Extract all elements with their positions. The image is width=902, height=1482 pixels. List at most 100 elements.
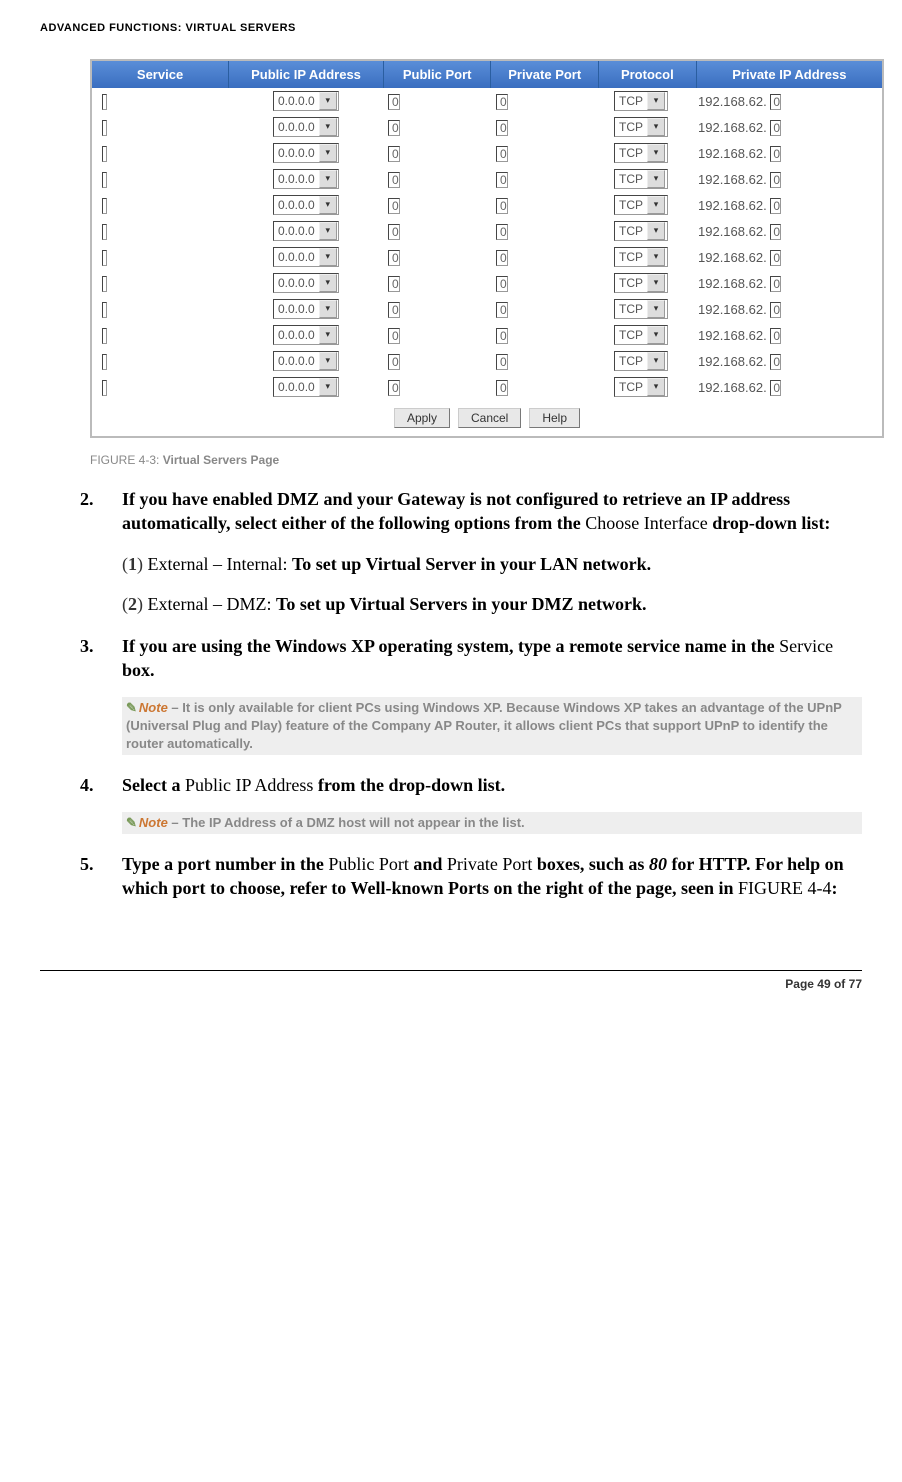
service-input[interactable] <box>102 94 107 110</box>
public-port-input[interactable]: 0 <box>388 146 400 162</box>
figure-caption: FIGURE 4-3: Virtual Servers Page <box>90 453 862 467</box>
service-input[interactable] <box>102 198 107 214</box>
private-port-input[interactable]: 0 <box>496 146 508 162</box>
public-ip-select[interactable]: 0.0.0.0▾ <box>273 195 339 215</box>
protocol-select[interactable]: TCP▾ <box>614 325 668 345</box>
apply-button[interactable]: Apply <box>394 408 450 428</box>
protocol-select[interactable]: TCP▾ <box>614 299 668 319</box>
th-protocol: Protocol <box>599 61 697 88</box>
protocol-select[interactable]: TCP▾ <box>614 221 668 241</box>
step-2-text-b: Choose Interface <box>585 513 707 533</box>
private-ip-suffix-input[interactable]: 0 <box>770 354 781 370</box>
cancel-button[interactable]: Cancel <box>458 408 521 428</box>
private-ip-suffix-input[interactable]: 0 <box>770 146 781 162</box>
public-port-input[interactable]: 0 <box>388 302 400 318</box>
public-ip-select[interactable]: 0.0.0.0▾ <box>273 117 339 137</box>
public-ip-select[interactable]: 0.0.0.0▾ <box>273 221 339 241</box>
private-ip-prefix: 192.168.62. <box>698 250 767 265</box>
public-port-input[interactable]: 0 <box>388 224 400 240</box>
public-port-input[interactable]: 0 <box>388 354 400 370</box>
note-dash: – <box>168 815 182 830</box>
public-ip-select[interactable]: 0.0.0.0▾ <box>273 247 339 267</box>
protocol-select[interactable]: TCP▾ <box>614 273 668 293</box>
th-service: Service <box>92 61 229 88</box>
step-5: 5. Type a port number in the Public Port… <box>40 852 862 901</box>
service-input[interactable] <box>102 354 107 370</box>
protocol-select[interactable]: TCP▾ <box>614 143 668 163</box>
table-row: 0.0.0.0▾00TCP▾192.168.62. 0 <box>92 296 882 322</box>
private-ip-suffix-input[interactable]: 0 <box>770 276 781 292</box>
public-ip-select[interactable]: 0.0.0.0▾ <box>273 325 339 345</box>
chevron-down-icon: ▾ <box>319 300 337 318</box>
private-port-input[interactable]: 0 <box>496 250 508 266</box>
public-ip-select[interactable]: 0.0.0.0▾ <box>273 169 339 189</box>
th-private-port: Private Port <box>491 61 599 88</box>
chevron-down-icon: ▾ <box>319 222 337 240</box>
protocol-select[interactable]: TCP▾ <box>614 169 668 189</box>
chevron-down-icon: ▾ <box>647 144 665 162</box>
service-input[interactable] <box>102 276 107 292</box>
public-port-input[interactable]: 0 <box>388 250 400 266</box>
private-port-input[interactable]: 0 <box>496 198 508 214</box>
service-input[interactable] <box>102 146 107 162</box>
private-ip-suffix-input[interactable]: 0 <box>770 224 781 240</box>
step-2-sub2-label: External – DMZ: <box>143 594 276 614</box>
protocol-select[interactable]: TCP▾ <box>614 377 668 397</box>
private-ip-suffix-input[interactable]: 0 <box>770 94 781 110</box>
private-ip-suffix-input[interactable]: 0 <box>770 380 781 396</box>
public-port-input[interactable]: 0 <box>388 380 400 396</box>
vs-table-body: 0.0.0.0▾ 0 0 TCP▾ 192.168.62. 0 0.0.0.0▾ 0 0 TC… <box>92 88 882 400</box>
service-input[interactable] <box>102 302 107 318</box>
private-ip-suffix-input[interactable]: 0 <box>770 302 781 318</box>
protocol-select[interactable]: TCP▾ <box>614 195 668 215</box>
chevron-down-icon: ▾ <box>647 248 665 266</box>
chevron-down-icon: ▾ <box>319 170 337 188</box>
private-ip-prefix: 192.168.62. <box>698 94 767 109</box>
service-input[interactable] <box>102 120 107 136</box>
public-port-input[interactable]: 0 <box>388 276 400 292</box>
private-ip-suffix-input[interactable]: 0 <box>770 120 781 136</box>
step-5-text-a: Type a port number in the <box>122 854 328 874</box>
public-port-input[interactable]: 0 <box>388 94 400 110</box>
public-ip-select[interactable]: 0.0.0.0▾ <box>273 299 339 319</box>
note-box-2: ✎Note – The IP Address of a DMZ host wil… <box>122 812 862 834</box>
table-row: 0.0.0.0▾00TCP▾192.168.62. 0 <box>92 270 882 296</box>
service-input[interactable] <box>102 224 107 240</box>
service-input[interactable] <box>102 172 107 188</box>
protocol-select[interactable]: TCP▾ <box>614 91 668 111</box>
public-ip-select[interactable]: 0.0.0.0▾ <box>273 377 339 397</box>
chevron-down-icon: ▾ <box>647 326 665 344</box>
private-port-input[interactable]: 0 <box>496 120 508 136</box>
step-5-text-h: FIGURE 4-4 <box>738 878 832 898</box>
private-ip-suffix-input[interactable]: 0 <box>770 250 781 266</box>
public-port-input[interactable]: 0 <box>388 328 400 344</box>
public-ip-select[interactable]: 0.0.0.0▾ <box>273 143 339 163</box>
service-input[interactable] <box>102 328 107 344</box>
private-port-input[interactable]: 0 <box>496 224 508 240</box>
private-port-input[interactable]: 0 <box>496 380 508 396</box>
private-port-input[interactable]: 0 <box>496 276 508 292</box>
public-port-input[interactable]: 0 <box>388 120 400 136</box>
public-port-input[interactable]: 0 <box>388 172 400 188</box>
private-port-input[interactable]: 0 <box>496 302 508 318</box>
public-port-input[interactable]: 0 <box>388 198 400 214</box>
protocol-select[interactable]: TCP▾ <box>614 117 668 137</box>
help-button[interactable]: Help <box>529 408 580 428</box>
private-ip-suffix-input[interactable]: 0 <box>770 172 781 188</box>
protocol-select[interactable]: TCP▾ <box>614 351 668 371</box>
private-port-input[interactable]: 0 <box>496 328 508 344</box>
chevron-down-icon: ▾ <box>319 248 337 266</box>
public-ip-select[interactable]: 0.0.0.0▾ <box>273 91 339 111</box>
private-port-input[interactable]: 0 <box>496 354 508 370</box>
private-port-input[interactable]: 0 <box>496 172 508 188</box>
private-ip-suffix-input[interactable]: 0 <box>770 198 781 214</box>
private-port-input[interactable]: 0 <box>496 94 508 110</box>
protocol-select[interactable]: TCP▾ <box>614 247 668 267</box>
service-input[interactable] <box>102 250 107 266</box>
step-5-text-c: and <box>409 854 447 874</box>
private-ip-suffix-input[interactable]: 0 <box>770 328 781 344</box>
public-ip-select[interactable]: 0.0.0.0▾ <box>273 351 339 371</box>
step-2-sub1-label: External – Internal: <box>143 554 292 574</box>
service-input[interactable] <box>102 380 107 396</box>
public-ip-select[interactable]: 0.0.0.0▾ <box>273 273 339 293</box>
